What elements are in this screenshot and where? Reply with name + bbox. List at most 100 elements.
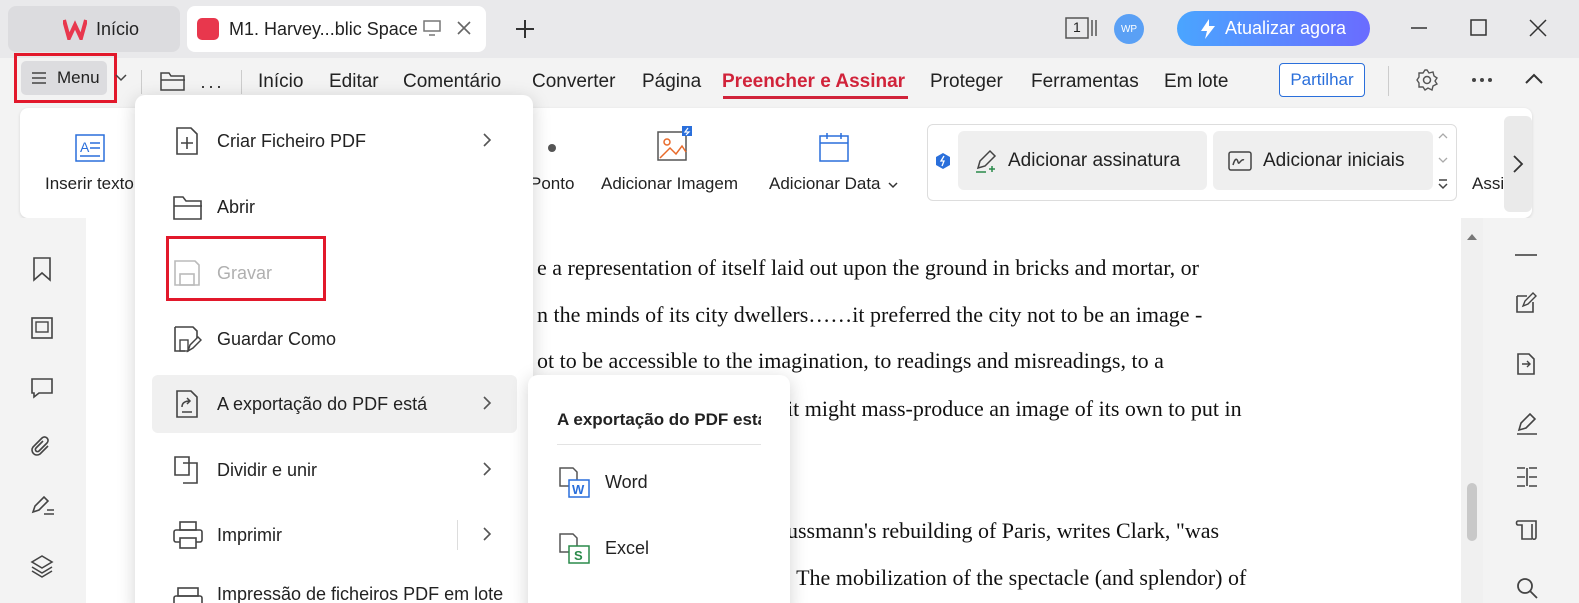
document-text-line: ' The mobilization of the spectacle (and…: [787, 565, 1247, 590]
chevron-right-icon: [1513, 155, 1524, 173]
submenu-item-label: Excel: [605, 537, 650, 558]
chevron-down-icon[interactable]: [888, 181, 898, 189]
scroll-up-arrow-icon[interactable]: [1466, 233, 1478, 241]
tab-proteger[interactable]: Proteger: [930, 71, 1003, 93]
document-text-line: ussmann's rebuilding of Paris, writes Cl…: [787, 518, 1220, 543]
initials-icon: [1228, 150, 1252, 171]
tab-preencher-assinar[interactable]: Preencher e Assinar: [722, 71, 905, 93]
chevron-right-icon: [483, 396, 492, 410]
svg-text:A: A: [80, 139, 90, 155]
close-window-icon[interactable]: [1528, 18, 1548, 38]
scroll-paper-icon[interactable]: [1515, 518, 1539, 542]
submenu-item-word[interactable]: W Word: [557, 466, 648, 498]
layers-icon[interactable]: [30, 554, 54, 578]
tab-home-label: Início: [96, 18, 140, 39]
tab-em-lote[interactable]: Em lote: [1164, 71, 1228, 93]
search-icon[interactable]: [1515, 576, 1539, 600]
divider: [1515, 254, 1537, 256]
insert-text-icon: A: [75, 134, 105, 162]
close-tab-icon[interactable]: [455, 19, 473, 37]
vertical-scrollbar[interactable]: [1461, 218, 1483, 603]
menu-label: Menu: [57, 68, 100, 87]
thumbnail-icon[interactable]: [30, 316, 54, 340]
attachment-icon[interactable]: [30, 434, 54, 460]
menu-item-open[interactable]: Abrir: [152, 178, 517, 236]
document-text-line: e a representation of itself laid out up…: [537, 255, 1199, 280]
tab-converter[interactable]: Converter: [532, 71, 615, 93]
lightning-icon: [1201, 19, 1215, 39]
tab-document[interactable]: M1. Harvey...blic Space: [187, 6, 486, 52]
bookmark-icon[interactable]: [30, 256, 54, 282]
menu-item-label: Guardar Como: [217, 328, 337, 349]
new-tab-icon[interactable]: [513, 17, 537, 41]
chevron-right-icon: [483, 133, 492, 147]
insert-text-button[interactable]: Inserir texto: [45, 174, 134, 194]
columns-icon[interactable]: [1515, 466, 1539, 488]
tab-comentario[interactable]: Comentário: [403, 71, 501, 93]
scroll-down-icon[interactable]: [1437, 155, 1449, 165]
active-tab-indicator: [723, 96, 908, 99]
document-convert-icon[interactable]: [1515, 352, 1539, 376]
title-bar: Início M1. Harvey...blic Space 1 WP Atua…: [0, 0, 1579, 58]
chevron-right-icon: [483, 527, 492, 541]
chevron-down-icon[interactable]: [115, 73, 127, 83]
menu-item-batch-print[interactable]: Impressão de ficheiros PDF em lote: [152, 572, 517, 603]
add-initials-button[interactable]: Adicionar iniciais: [1213, 131, 1433, 190]
chevron-up-icon[interactable]: [1524, 71, 1544, 87]
menu-item-split-merge[interactable]: Dividir e unir: [152, 441, 517, 499]
tab-ferramentas[interactable]: Ferramentas: [1031, 71, 1139, 93]
sign-truncated-label[interactable]: Assi: [1472, 174, 1504, 194]
add-initials-label: Adicionar iniciais: [1263, 149, 1405, 171]
dot-button[interactable]: Ponto: [530, 174, 574, 194]
tab-home[interactable]: Início: [8, 6, 180, 52]
add-date-button[interactable]: Adicionar Data: [769, 174, 881, 194]
right-sidebar: [1483, 218, 1579, 603]
upgrade-label: Atualizar agora: [1225, 18, 1347, 38]
share-button[interactable]: Partilhar: [1279, 63, 1365, 97]
excel-file-icon: S: [559, 533, 590, 564]
edit-icon[interactable]: [1515, 292, 1537, 314]
document-text-line: ot to be accessible to the imagination, …: [537, 348, 1164, 373]
ribbon-scroll-right[interactable]: [1504, 116, 1532, 212]
scrollbar-thumb[interactable]: [1467, 483, 1477, 541]
document-text-line: n the minds of its city dwellers……it pre…: [537, 302, 1203, 327]
submenu-item-excel[interactable]: S Excel: [557, 532, 649, 564]
menu-item-create-pdf[interactable]: Criar Ficheiro PDF: [152, 112, 517, 170]
tab-pagina[interactable]: Página: [642, 71, 701, 93]
svg-text:W: W: [572, 482, 585, 497]
upgrade-button[interactable]: Atualizar agora: [1177, 11, 1370, 46]
maximize-icon[interactable]: [1470, 18, 1488, 38]
page-count-icon[interactable]: 1: [1065, 17, 1097, 39]
svg-text:S: S: [574, 548, 583, 563]
menu-item-export-pdf[interactable]: A exportação do PDF está: [152, 375, 517, 433]
fill-sign-icon[interactable]: [1515, 412, 1539, 436]
tab-inicio[interactable]: Início: [258, 71, 303, 93]
menu-button[interactable]: Menu: [21, 61, 107, 95]
gear-icon[interactable]: [1416, 69, 1438, 91]
avatar[interactable]: WP: [1114, 14, 1144, 44]
menu-item-save-as[interactable]: Guardar Como: [152, 310, 517, 368]
more-options-icon[interactable]: [1470, 76, 1494, 84]
menu-highlight-box: Menu: [14, 53, 117, 103]
scroll-up-icon[interactable]: [1437, 131, 1449, 141]
save-highlight-box: [166, 236, 326, 301]
comment-icon[interactable]: [30, 376, 54, 400]
ai-badge-icon: [936, 153, 950, 169]
divider: [457, 520, 458, 550]
menu-item-label: Criar Ficheiro PDF: [217, 130, 367, 151]
more-options-icon[interactable]: ···: [200, 76, 224, 97]
monitor-icon[interactable]: [423, 20, 441, 36]
tab-editar[interactable]: Editar: [329, 71, 379, 93]
split-merge-icon: [174, 456, 198, 484]
menu-item-print[interactable]: Imprimir: [152, 506, 517, 564]
add-signature-button[interactable]: Adicionar assinatura: [958, 131, 1207, 190]
submenu-item-label: Word: [605, 471, 648, 492]
folder-open-icon[interactable]: [160, 70, 186, 92]
signature-panel-icon[interactable]: [30, 494, 56, 518]
add-image-icon: [657, 126, 692, 161]
expand-gallery-icon[interactable]: [1437, 178, 1449, 192]
divider: [141, 70, 142, 94]
minimize-icon[interactable]: [1410, 18, 1428, 38]
hamburger-icon: [32, 72, 46, 84]
add-image-button[interactable]: Adicionar Imagem: [601, 174, 738, 194]
